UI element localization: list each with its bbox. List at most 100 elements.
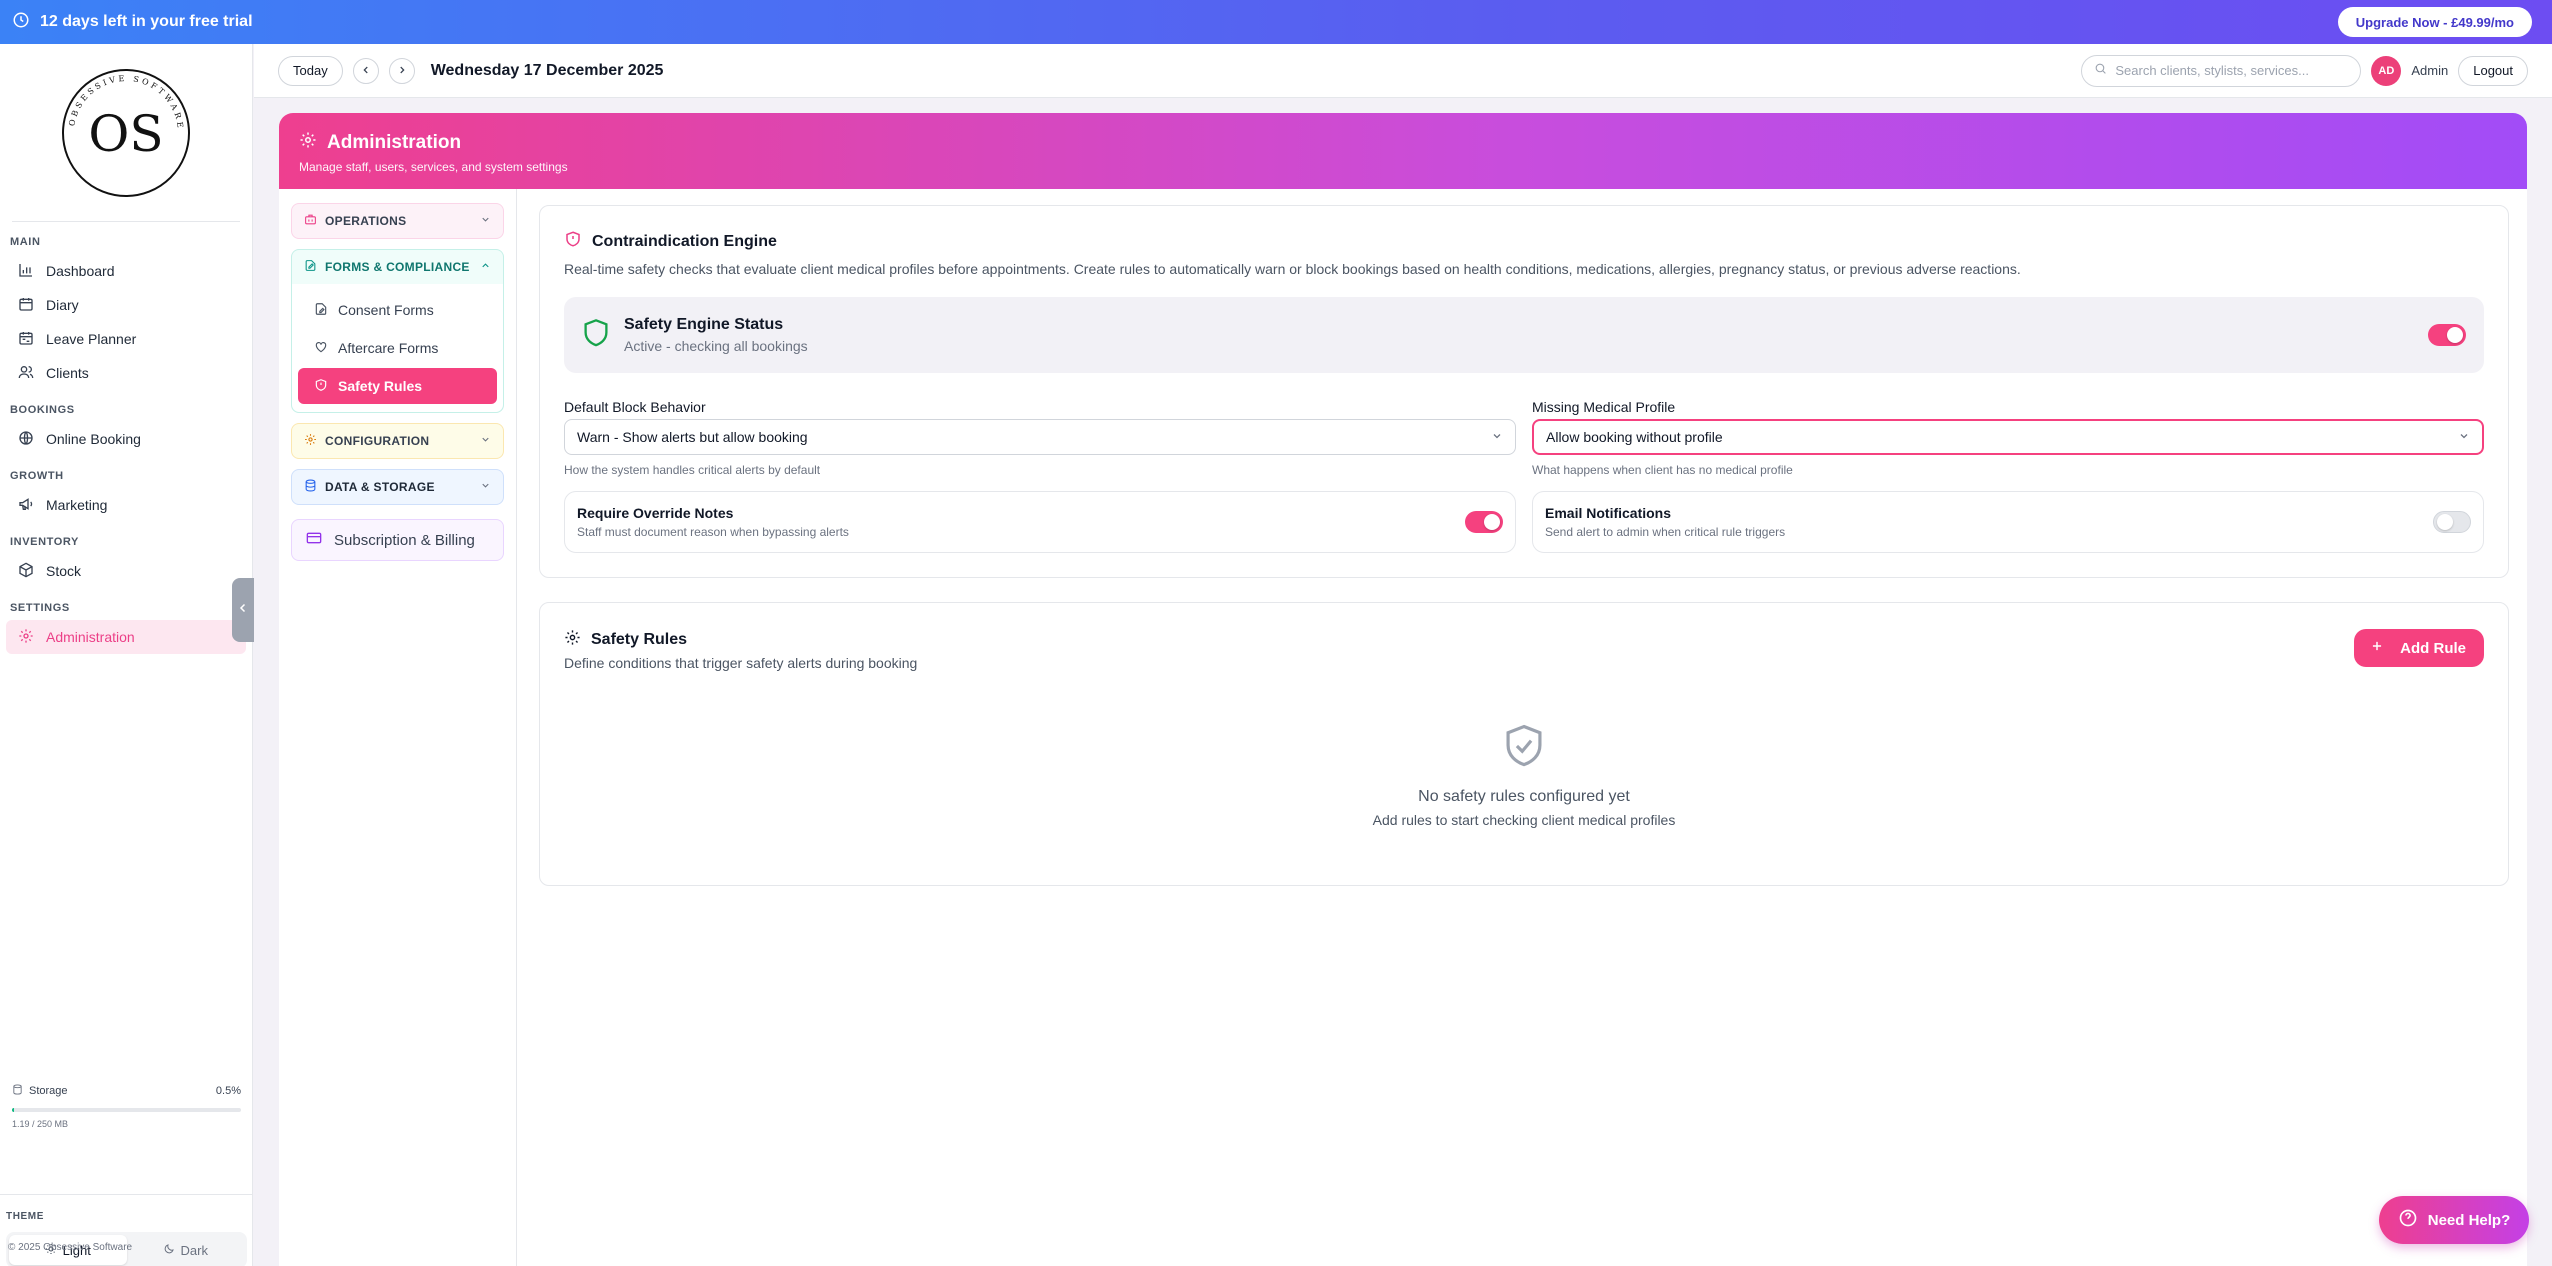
sidebar: OBSESSIVE SOFTWARE OS MAIN Dashboard Dia… <box>0 44 253 1266</box>
storage-percent: 0.5% <box>215 1085 241 1097</box>
missing-profile-label: Missing Medical Profile <box>1532 399 1676 415</box>
admin-subnav: OPERATIONS FORMS & COMPLIANCE Consent Fo… <box>279 189 517 1266</box>
card-subtitle: Define conditions that trigger safety al… <box>564 655 918 671</box>
engine-status-toggle-wrap <box>2428 324 2466 346</box>
override-notes-toggle[interactable] <box>1465 511 1503 533</box>
credit-card-icon <box>306 530 322 550</box>
page-title: Administration <box>327 132 462 153</box>
subnav-item-consent-forms[interactable]: Consent Forms <box>298 292 497 328</box>
toggle-knob <box>2447 327 2463 343</box>
sidebar-item-label: Dashboard <box>46 263 115 279</box>
database-icon <box>304 479 317 495</box>
select-value: Warn - Show alerts but allow booking <box>577 429 808 445</box>
nav-section-bookings: BOOKINGS <box>10 404 75 416</box>
sidebar-item-leave-planner[interactable]: Leave Planner <box>6 322 246 356</box>
email-notifications-toggle[interactable] <box>2433 511 2471 533</box>
storage-bar <box>12 1108 241 1112</box>
shield-alert-icon <box>564 230 582 253</box>
gear-icon <box>299 131 317 155</box>
card-title: Safety Rules <box>591 631 688 648</box>
engine-status-toggle[interactable] <box>2428 324 2466 346</box>
block-behavior-label: Default Block Behavior <box>564 399 706 415</box>
gear-icon <box>18 628 34 647</box>
subnav-group-data-storage: DATA & STORAGE <box>291 469 504 505</box>
help-circle-icon <box>2398 1208 2418 1232</box>
subnav-item-label: Subscription & Billing <box>334 531 475 549</box>
logout-button[interactable]: Logout <box>2458 55 2528 86</box>
need-help-label: Need Help? <box>2427 1211 2511 1229</box>
user-name: Admin <box>2411 63 2449 78</box>
trial-info: 12 days left in your free trial <box>12 11 253 34</box>
sidebar-item-online-booking[interactable]: Online Booking <box>6 422 246 456</box>
subnav-group-data-storage-toggle[interactable]: DATA & STORAGE <box>292 470 503 504</box>
need-help-button[interactable]: Need Help? <box>2379 1196 2529 1244</box>
missing-profile-select[interactable]: Allow booking without profile <box>1532 419 2484 455</box>
next-day-button[interactable] <box>388 57 415 84</box>
gear-icon <box>564 629 581 651</box>
page-subtitle: Manage staff, users, services, and syste… <box>299 160 568 174</box>
select-value: Allow booking without profile <box>1546 429 1723 445</box>
sidebar-item-label: Stock <box>46 563 82 579</box>
sidebar-item-label: Clients <box>46 365 89 381</box>
users-icon <box>18 364 34 383</box>
safety-rules-card: Safety Rules Define conditions that trig… <box>539 602 2509 886</box>
sidebar-item-administration[interactable]: Administration <box>6 620 246 654</box>
cog-icon <box>304 433 317 449</box>
avatar[interactable]: AD <box>2371 55 2402 86</box>
bar-chart-icon <box>18 262 34 281</box>
subnav-item-safety-rules[interactable]: Safety Rules <box>298 368 497 404</box>
subnav-group-configuration-toggle[interactable]: CONFIGURATION <box>292 424 503 458</box>
toggle-knob <box>2437 514 2453 530</box>
sidebar-item-dashboard[interactable]: Dashboard <box>6 254 246 288</box>
nav-section-settings: SETTINGS <box>10 602 70 614</box>
heart-icon <box>314 340 328 357</box>
plus-icon <box>2370 639 2384 657</box>
subnav-group-forms-toggle[interactable]: FORMS & COMPLIANCE <box>292 250 503 284</box>
chevron-down-icon <box>480 214 491 228</box>
trial-banner: 12 days left in your free trial Upgrade … <box>0 0 2552 44</box>
theme-dark-label: Dark <box>180 1242 208 1258</box>
sidebar-item-label: Online Booking <box>46 431 141 447</box>
file-edit-icon <box>304 259 317 275</box>
nav-section-inventory: INVENTORY <box>10 536 79 548</box>
sidebar-item-label: Diary <box>46 297 79 313</box>
theme-switcher: THEME Light Dark <box>0 1194 253 1266</box>
nav-section-growth: GROWTH <box>10 470 64 482</box>
block-behavior-select[interactable]: Warn - Show alerts but allow booking <box>564 419 1516 455</box>
subnav-group-operations-toggle[interactable]: OPERATIONS <box>292 204 503 238</box>
add-rule-button[interactable]: Add Rule <box>2354 629 2484 667</box>
sidebar-item-marketing[interactable]: Marketing <box>6 488 246 522</box>
sidebar-item-stock[interactable]: Stock <box>6 554 246 588</box>
sidebar-item-diary[interactable]: Diary <box>6 288 246 322</box>
moon-icon <box>163 1243 175 1258</box>
logo-mark: OBSESSIVE SOFTWARE OS <box>62 68 190 197</box>
sidebar-collapse-handle[interactable] <box>232 578 254 642</box>
shield-check-icon <box>1502 724 1546 773</box>
shield-alert-icon <box>314 378 328 395</box>
email-notifications-option: Email Notifications Send alert to admin … <box>1532 491 2484 553</box>
logo[interactable]: OBSESSIVE SOFTWARE OS <box>12 44 240 222</box>
upgrade-button[interactable]: Upgrade Now - £49.99/mo <box>2337 7 2532 37</box>
prev-day-button[interactable] <box>352 57 379 84</box>
search-input[interactable] <box>2115 63 2346 78</box>
theme-dark-button[interactable]: Dark <box>127 1235 245 1265</box>
sidebar-item-clients[interactable]: Clients <box>6 356 246 390</box>
chevron-down-icon <box>1491 429 1503 445</box>
theme-label: THEME <box>6 1211 44 1222</box>
option-subtitle: Send alert to admin when critical rule t… <box>1545 525 1786 539</box>
nav-section-main: MAIN <box>10 236 41 248</box>
contraindication-engine-card: Contraindication Engine Real-time safety… <box>539 205 2509 578</box>
toggle-knob <box>1484 514 1500 530</box>
today-button[interactable]: Today <box>278 55 343 86</box>
top-header: Today Wednesday 17 December 2025 AD Admi… <box>254 44 2552 98</box>
option-title: Require Override Notes <box>577 505 734 521</box>
calendar-range-icon <box>18 330 34 349</box>
subnav-item-subscription-billing[interactable]: Subscription & Billing <box>291 519 504 561</box>
storage-label: Storage <box>29 1085 68 1097</box>
package-icon <box>18 562 34 581</box>
email-toggle-wrap <box>2433 511 2471 533</box>
subnav-group-label: DATA & STORAGE <box>325 480 435 494</box>
subnav-item-aftercare-forms[interactable]: Aftercare Forms <box>298 330 497 366</box>
sidebar-item-label: Leave Planner <box>46 331 137 347</box>
admin-page: Administration Manage staff, users, serv… <box>279 113 2527 1266</box>
